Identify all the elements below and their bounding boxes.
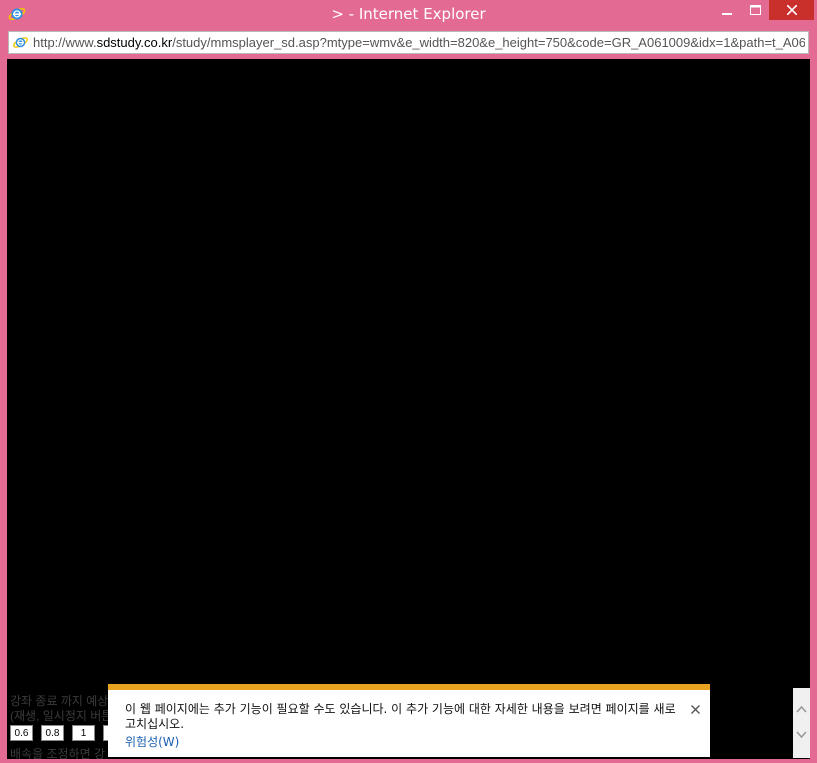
video-player-area[interactable]: 강좌 종료 까지 예상 (재생, 일시정지 버튼 0.6 0.8 1 1 배속을…	[7, 59, 810, 759]
vertical-scrollbar[interactable]	[793, 688, 810, 758]
risk-link[interactable]: 위험성(W)	[125, 733, 179, 750]
notification-message: 이 웹 페이지에는 추가 기능이 필요할 수도 있습니다. 이 추가 기능에 대…	[125, 702, 676, 731]
maximize-button[interactable]	[741, 0, 769, 20]
speed-button-1[interactable]: 1	[72, 725, 95, 741]
maximize-icon	[749, 5, 761, 15]
speed-button-0-8[interactable]: 0.8	[41, 725, 64, 741]
close-icon	[690, 704, 700, 714]
hint-text-line2: (재생, 일시정지 버튼	[10, 709, 113, 723]
notification-close-button[interactable]	[688, 702, 702, 716]
chevron-up-icon	[796, 705, 807, 713]
url-text[interactable]: http://www.sdstudy.co.kr/study/mmsplayer…	[33, 35, 805, 50]
window-title: > - Internet Explorer	[331, 5, 486, 23]
url-path: /study/mmsplayer_sd.asp?mtype=wmv&e_widt…	[172, 35, 805, 50]
speed-button-0-6[interactable]: 0.6	[10, 725, 33, 741]
close-icon	[786, 5, 797, 15]
minimize-icon	[722, 13, 732, 15]
scroll-up-button[interactable]	[793, 700, 810, 717]
url-domain: sdstudy.co.kr	[96, 35, 173, 50]
address-bar[interactable]: http://www.sdstudy.co.kr/study/mmsplayer…	[8, 31, 809, 54]
chevron-down-icon	[796, 730, 807, 738]
notification-bar: 이 웹 페이지에는 추가 기능이 필요할 수도 있습니다. 이 추가 기능에 대…	[108, 684, 710, 757]
title-bar: > - Internet Explorer	[0, 0, 817, 28]
url-prefix: http://www.	[33, 35, 97, 50]
close-button[interactable]	[769, 0, 814, 20]
minimize-button[interactable]	[713, 0, 741, 20]
hint-text-line3: 배속을 조정하면 강	[10, 747, 105, 759]
scroll-down-button[interactable]	[793, 726, 810, 743]
ie-page-icon	[13, 37, 28, 48]
